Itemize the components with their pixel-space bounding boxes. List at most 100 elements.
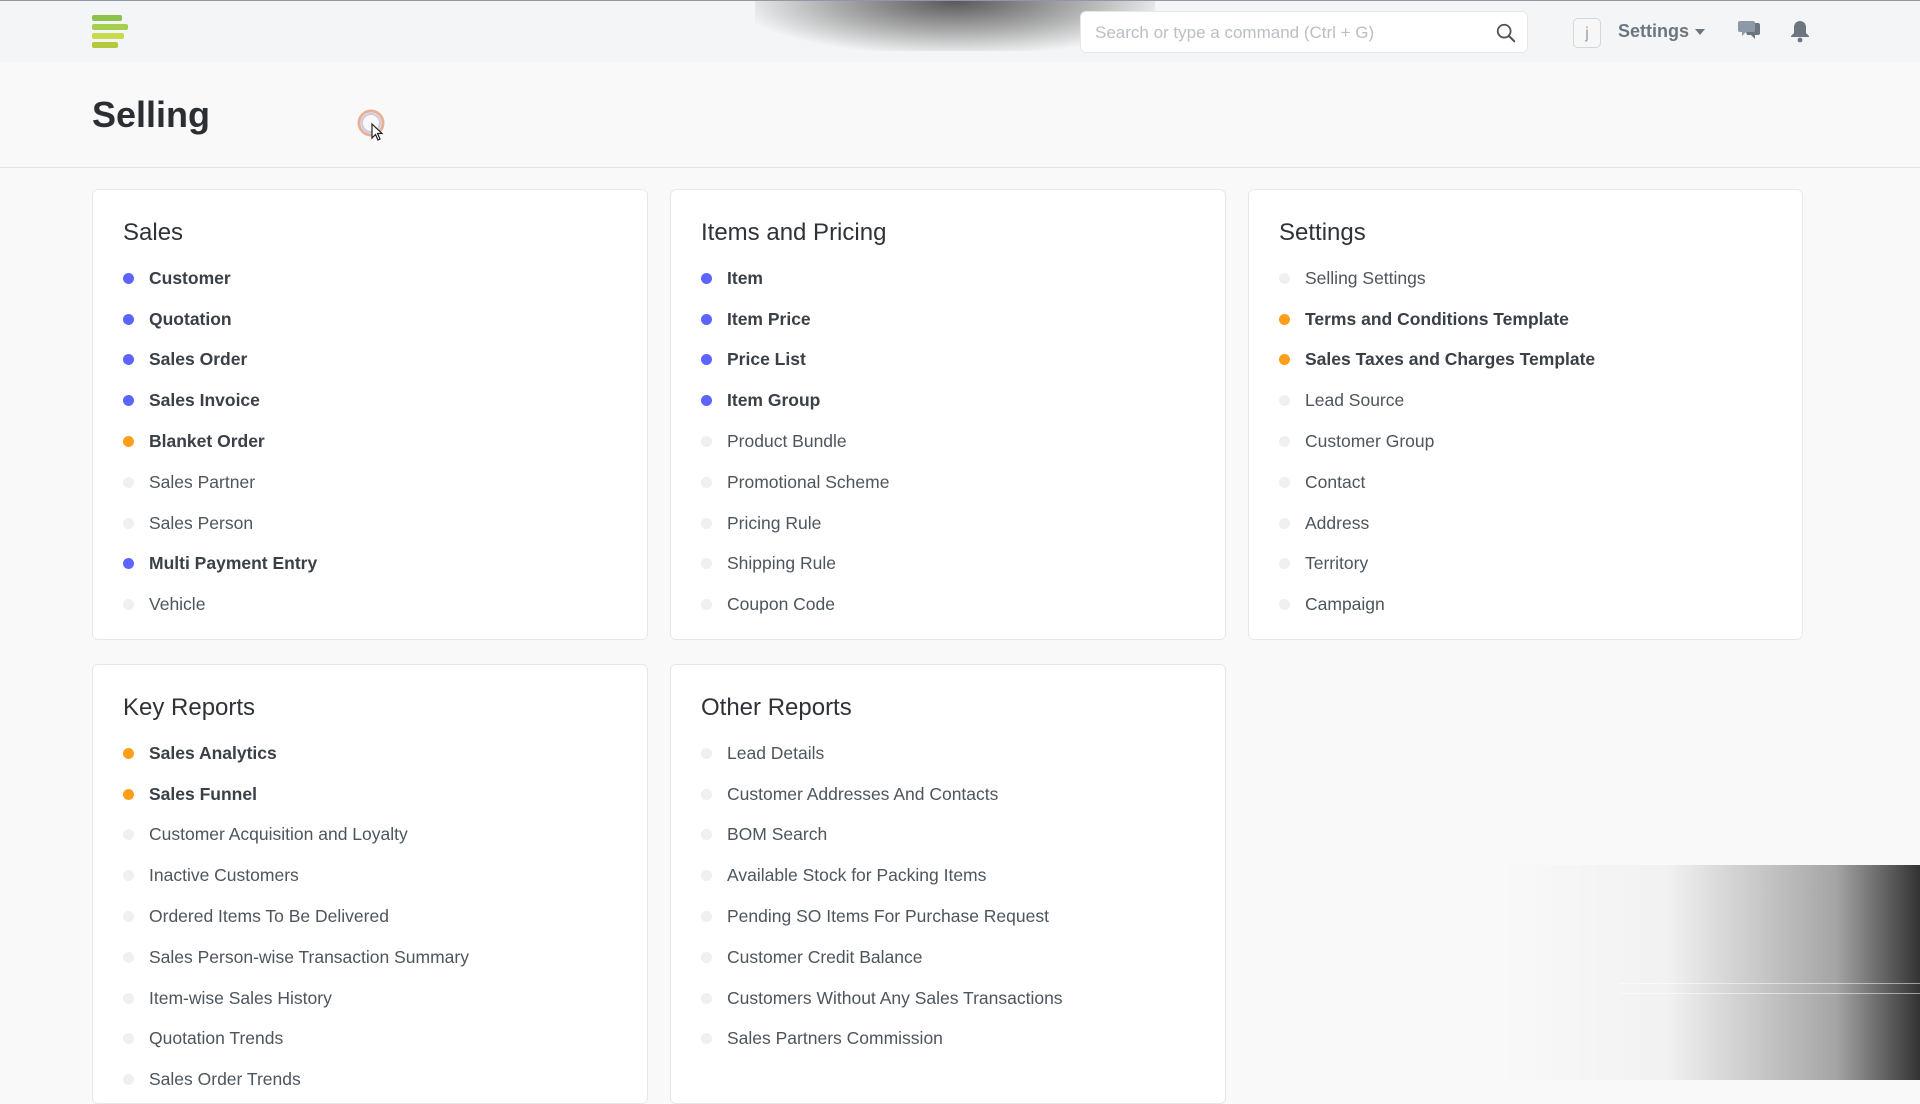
app-logo-icon[interactable] bbox=[92, 15, 128, 49]
card-title: Sales bbox=[123, 219, 184, 246]
link-label: Lead Details bbox=[727, 742, 825, 763]
orange-status-dot-icon bbox=[123, 747, 134, 759]
link-item[interactable]: Sales Person bbox=[123, 503, 317, 544]
blue-status-dot-icon bbox=[123, 313, 134, 325]
link-item[interactable]: Quotation bbox=[123, 299, 317, 340]
link-item[interactable]: Customer Credit Balance bbox=[701, 937, 1063, 978]
link-item[interactable]: Item-wise Sales History bbox=[123, 978, 469, 1019]
card-sales: Sales Customer Quotation Sales Order Sales … bbox=[92, 189, 648, 640]
link-label: Blanket Order bbox=[149, 431, 265, 452]
link-item[interactable]: Sales Partner bbox=[123, 462, 317, 503]
link-item[interactable]: Promotional Scheme bbox=[701, 462, 889, 503]
grey-status-dot-icon bbox=[701, 992, 712, 1004]
link-label: Inactive Customers bbox=[149, 865, 299, 886]
link-label: Vehicle bbox=[149, 594, 206, 615]
link-item[interactable]: Sales Partners Commission bbox=[701, 1019, 1063, 1060]
link-item[interactable]: Selling Settings bbox=[1279, 258, 1595, 299]
link-item[interactable]: Ordered Items To Be Delivered bbox=[123, 896, 469, 937]
link-list: Selling Settings Terms and Conditions Tem… bbox=[1279, 258, 1595, 625]
link-item[interactable]: BOM Search bbox=[701, 815, 1063, 856]
link-label: Quotation bbox=[149, 308, 232, 329]
grey-status-dot-icon bbox=[701, 911, 712, 923]
link-item[interactable]: Sales Taxes and Charges Template bbox=[1279, 340, 1595, 381]
link-item[interactable]: Sales Invoice bbox=[123, 380, 317, 421]
chevron-down-icon bbox=[1695, 29, 1706, 36]
link-item[interactable]: Sales Order bbox=[123, 340, 317, 381]
link-label: Sales Order bbox=[149, 349, 248, 370]
link-item[interactable]: Terms and Conditions Template bbox=[1279, 299, 1595, 340]
link-item[interactable]: Customer bbox=[123, 258, 317, 299]
grey-status-dot-icon bbox=[1279, 599, 1290, 611]
link-label: Customer Credit Balance bbox=[727, 946, 923, 967]
link-item[interactable]: Customer Addresses And Contacts bbox=[701, 774, 1063, 815]
search-input[interactable] bbox=[1093, 12, 1477, 54]
link-label: Item Group bbox=[727, 390, 821, 411]
link-label: Customer Acquisition and Loyalty bbox=[149, 824, 408, 845]
link-item[interactable]: Shipping Rule bbox=[701, 544, 889, 585]
link-label: Sales Funnel bbox=[149, 783, 257, 804]
grey-status-dot-icon bbox=[701, 517, 712, 529]
link-label: Item bbox=[727, 267, 763, 288]
link-label: Multi Payment Entry bbox=[149, 553, 318, 574]
link-label: Sales Analytics bbox=[149, 742, 277, 763]
link-item[interactable]: Sales Analytics bbox=[123, 733, 469, 774]
link-list: Customer Quotation Sales Order Sales Invoic… bbox=[123, 258, 317, 625]
link-item[interactable]: Available Stock for Packing Items bbox=[701, 855, 1063, 896]
link-item[interactable]: Item Price bbox=[701, 299, 889, 340]
link-label: Terms and Conditions Template bbox=[1305, 308, 1569, 329]
link-item[interactable]: Customer Group bbox=[1279, 421, 1595, 462]
page-header: Selling bbox=[0, 62, 1920, 168]
card-title: Other Reports bbox=[701, 694, 852, 721]
link-label: Price List bbox=[727, 349, 806, 370]
link-item[interactable]: Multi Payment Entry bbox=[123, 544, 317, 585]
link-item[interactable]: Sales Funnel bbox=[123, 774, 469, 815]
link-label: Pricing Rule bbox=[727, 512, 822, 533]
link-item[interactable]: Lead Source bbox=[1279, 380, 1595, 421]
link-item[interactable]: Item Group bbox=[701, 380, 889, 421]
grey-status-dot-icon bbox=[701, 599, 712, 611]
card-key-reports: Key Reports Sales Analytics Sales Funnel C… bbox=[92, 664, 648, 1104]
awesomebar-search[interactable] bbox=[1080, 11, 1528, 54]
grey-status-dot-icon bbox=[123, 476, 134, 488]
link-item[interactable]: Blanket Order bbox=[123, 421, 317, 462]
link-item[interactable]: Inactive Customers bbox=[123, 855, 469, 896]
blue-status-dot-icon bbox=[701, 272, 712, 284]
link-label: Contact bbox=[1305, 471, 1366, 492]
link-item[interactable]: Campaign bbox=[1279, 584, 1595, 625]
link-item[interactable]: Customers Without Any Sales Transactions bbox=[701, 978, 1063, 1019]
grey-status-dot-icon bbox=[123, 829, 134, 841]
link-item[interactable]: Customer Acquisition and Loyalty bbox=[123, 815, 469, 856]
card-settings: Settings Selling Settings Terms and Condi… bbox=[1248, 189, 1803, 640]
settings-dropdown[interactable]: Settings bbox=[1618, 21, 1706, 42]
grey-status-dot-icon bbox=[701, 476, 712, 488]
link-item[interactable]: Lead Details bbox=[701, 733, 1063, 774]
link-label: Ordered Items To Be Delivered bbox=[149, 906, 389, 927]
card-title: Settings bbox=[1279, 219, 1366, 246]
link-item[interactable]: Product Bundle bbox=[701, 421, 889, 462]
avatar[interactable]: j bbox=[1573, 18, 1601, 48]
chat-icon[interactable] bbox=[1738, 20, 1762, 42]
orange-status-dot-icon bbox=[1279, 313, 1290, 325]
orange-status-dot-icon bbox=[123, 436, 134, 448]
link-label: Customer Addresses And Contacts bbox=[727, 783, 999, 804]
link-item[interactable]: Address bbox=[1279, 503, 1595, 544]
link-item[interactable]: Price List bbox=[701, 340, 889, 381]
bell-icon[interactable] bbox=[1789, 19, 1811, 43]
grey-status-dot-icon bbox=[1279, 436, 1290, 448]
link-item[interactable]: Territory bbox=[1279, 544, 1595, 585]
link-item[interactable]: Coupon Code bbox=[701, 584, 889, 625]
link-item[interactable]: Contact bbox=[1279, 462, 1595, 503]
link-item[interactable]: Vehicle bbox=[123, 584, 317, 625]
link-item[interactable]: Quotation Trends bbox=[123, 1019, 469, 1060]
search-icon[interactable] bbox=[1495, 22, 1517, 44]
link-item[interactable]: Pricing Rule bbox=[701, 503, 889, 544]
link-item[interactable]: Pending SO Items For Purchase Request bbox=[701, 896, 1063, 937]
link-list: Sales Analytics Sales Funnel Customer Acqu… bbox=[123, 733, 469, 1100]
grey-status-dot-icon bbox=[1279, 272, 1290, 284]
link-item[interactable]: Item bbox=[701, 258, 889, 299]
link-item[interactable]: Sales Person-wise Transaction Summary bbox=[123, 937, 469, 978]
grey-status-dot-icon bbox=[701, 829, 712, 841]
link-label: Campaign bbox=[1305, 594, 1385, 615]
grey-status-dot-icon bbox=[1279, 476, 1290, 488]
card-title: Key Reports bbox=[123, 694, 256, 721]
